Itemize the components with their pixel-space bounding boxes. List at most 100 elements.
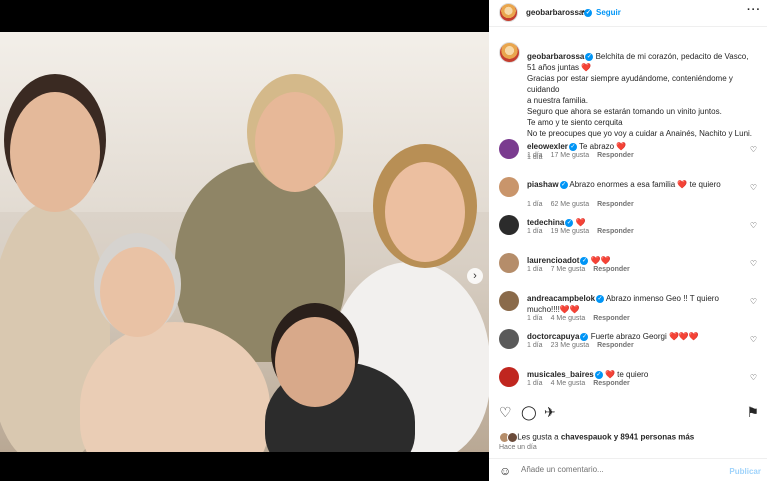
- comment-meta: 1 día 19 Me gusta Responder: [527, 228, 642, 235]
- reply-button[interactable]: Responder: [593, 266, 630, 273]
- comment-icon[interactable]: ◯: [521, 404, 537, 420]
- commenter-avatar[interactable]: [499, 215, 519, 235]
- like-heart-icon[interactable]: ♡: [499, 404, 512, 420]
- caption-avatar[interactable]: [499, 42, 520, 63]
- commenter-verified-icon: ✓: [559, 180, 568, 189]
- comment-meta: 1 día 23 Me gusta Responder: [527, 342, 642, 349]
- commenter-verified-icon: ✓: [580, 256, 589, 265]
- comment-likes[interactable]: 62 Me gusta: [551, 201, 590, 208]
- reply-button[interactable]: Responder: [597, 152, 634, 159]
- comment-meta: 1 día 62 Me gusta Responder: [527, 201, 642, 208]
- caption-line-4: a nuestra familia.: [527, 96, 588, 105]
- commenter-avatar[interactable]: [499, 367, 519, 387]
- comment-meta: 1 día 4 Me gusta Responder: [527, 380, 638, 387]
- comment-like-heart-icon[interactable]: ♡: [750, 297, 757, 306]
- comment-text: laurencioadot ✓ ❤️❤️: [527, 255, 742, 266]
- comment-row: musicales_baires ✓ ❤️ te quiero 1 día 4 Me …: [499, 367, 761, 394]
- comment-time: 1 día: [527, 228, 543, 235]
- comment-like-heart-icon[interactable]: ♡: [750, 259, 757, 268]
- caption-verified-icon: ✓: [585, 52, 594, 61]
- author-avatar[interactable]: [499, 3, 518, 22]
- comment-time: 1 día: [527, 315, 543, 322]
- comment-like-heart-icon[interactable]: ♡: [750, 335, 757, 344]
- photo-head-young-man: [275, 317, 355, 407]
- comment-time: 1 día: [527, 152, 543, 159]
- more-options-icon[interactable]: ···: [747, 4, 761, 16]
- comment-likes[interactable]: 4 Me gusta: [551, 380, 586, 387]
- commenter-avatar[interactable]: [499, 253, 519, 273]
- add-comment-bar: ☺ Publicar: [489, 458, 767, 482]
- photo-head-left: [10, 92, 100, 212]
- comment-text: piashaw ✓ Abrazo enormes a esa familia ❤️…: [527, 179, 742, 190]
- reply-button[interactable]: Responder: [593, 315, 630, 322]
- comment-likes[interactable]: 17 Me gusta: [551, 152, 590, 159]
- reply-button[interactable]: Responder: [597, 228, 634, 235]
- comment-meta: 1 día 7 Me gusta Responder: [527, 266, 638, 273]
- commenter-avatar[interactable]: [499, 139, 519, 159]
- likes-summary[interactable]: Les gusta a chavespauok y 8941 personas …: [499, 432, 694, 443]
- commenter-verified-icon: ✓: [580, 332, 589, 341]
- caption-line-3: Gracias por estar siempre ayudándome, co…: [527, 74, 733, 94]
- commenter-username[interactable]: tedechina: [527, 218, 564, 227]
- comment-meta: 1 día 17 Me gusta Responder: [527, 152, 642, 159]
- commenter-avatar[interactable]: [499, 329, 519, 349]
- comment-row: piashaw ✓ Abrazo enormes a esa familia ❤️…: [499, 177, 761, 213]
- comment-row: tedechina ✓ ❤️ 1 día 19 Me gusta Responder ♡: [499, 215, 761, 251]
- reply-button[interactable]: Responder: [597, 201, 634, 208]
- save-bookmark-icon[interactable]: ⚑: [746, 404, 759, 420]
- posted-time: Hace un día: [499, 444, 537, 451]
- post-header: geobarbarossa ✓ • Seguir ···: [489, 0, 767, 27]
- comment-body: ❤️: [575, 218, 586, 227]
- comment-body: Te abrazo ❤️: [579, 142, 627, 151]
- commenter-username[interactable]: eleowexler: [527, 142, 568, 151]
- caption-line-1: Belchita de mi corazón, pedacito de Vasc…: [595, 52, 749, 61]
- likes-first-user[interactable]: chavespauok: [561, 433, 612, 442]
- comments-scroll-area[interactable]: geobarbarossa ✓ Belchita de mi corazón, p…: [489, 34, 767, 394]
- comment-like-heart-icon[interactable]: ♡: [750, 373, 757, 382]
- header-separator: •: [582, 7, 585, 16]
- commenter-verified-icon: ✓: [565, 218, 574, 227]
- comment-text: andreacampbelok ✓ Abrazo inmenso Geo !! T…: [527, 293, 742, 315]
- reply-button[interactable]: Responder: [593, 380, 630, 387]
- commenter-username[interactable]: laurencioadot: [527, 256, 579, 265]
- commenter-username[interactable]: doctorcapuya: [527, 332, 579, 341]
- commenter-username[interactable]: andreacampbelok: [527, 294, 595, 303]
- comment-likes[interactable]: 7 Me gusta: [551, 266, 586, 273]
- comment-likes[interactable]: 23 Me gusta: [551, 342, 590, 349]
- caption-line-6: Te amo y te siento cerquita: [527, 118, 623, 127]
- caption-line-7: No te preocupes que yo voy a cuidar a An…: [527, 129, 753, 138]
- next-image-arrow-icon[interactable]: ›: [467, 268, 483, 284]
- comment-likes[interactable]: 4 Me gusta: [551, 315, 586, 322]
- comment-body: ❤️ te quiero: [604, 370, 649, 379]
- author-username[interactable]: geobarbarossa: [526, 8, 583, 17]
- comment-text: tedechina ✓ ❤️: [527, 217, 742, 228]
- share-icon[interactable]: ✈: [544, 404, 556, 420]
- comment-text: eleowexler ✓ Te abrazo ❤️: [527, 141, 742, 152]
- commenter-verified-icon: ✓: [596, 294, 605, 303]
- emoji-icon[interactable]: ☺: [499, 464, 511, 478]
- comment-like-heart-icon[interactable]: ♡: [750, 183, 757, 192]
- caption-line-5: Seguro que ahora se estarán tomando un v…: [527, 107, 722, 116]
- comment-like-heart-icon[interactable]: ♡: [750, 221, 757, 230]
- comment-meta: 1 día 4 Me gusta Responder: [527, 315, 638, 322]
- photo-head-grandma: [100, 247, 175, 337]
- caption-username[interactable]: geobarbarossa: [527, 52, 584, 61]
- follow-button[interactable]: Seguir: [596, 8, 621, 17]
- comment-likes[interactable]: 19 Me gusta: [551, 228, 590, 235]
- commenter-avatar[interactable]: [499, 177, 519, 197]
- reply-button[interactable]: Responder: [597, 342, 634, 349]
- commenter-avatar[interactable]: [499, 291, 519, 311]
- comment-body: ❤️❤️: [590, 256, 611, 265]
- post-photo[interactable]: › 👤: [0, 32, 489, 452]
- likes-suffix[interactable]: y 8941 personas más: [612, 433, 695, 442]
- comment-like-heart-icon[interactable]: ♡: [750, 145, 757, 154]
- commenter-username[interactable]: piashaw: [527, 180, 559, 189]
- publish-button[interactable]: Publicar: [729, 467, 761, 476]
- likes-prefix: Les gusta a: [517, 432, 561, 442]
- commenter-username[interactable]: musicales_baires: [527, 370, 594, 379]
- comment-time: 1 día: [527, 380, 543, 387]
- comment-time: 1 día: [527, 266, 543, 273]
- verified-badge-icon: ✓: [584, 8, 593, 17]
- add-comment-input[interactable]: [519, 464, 723, 475]
- comment-time: 1 día: [527, 201, 543, 208]
